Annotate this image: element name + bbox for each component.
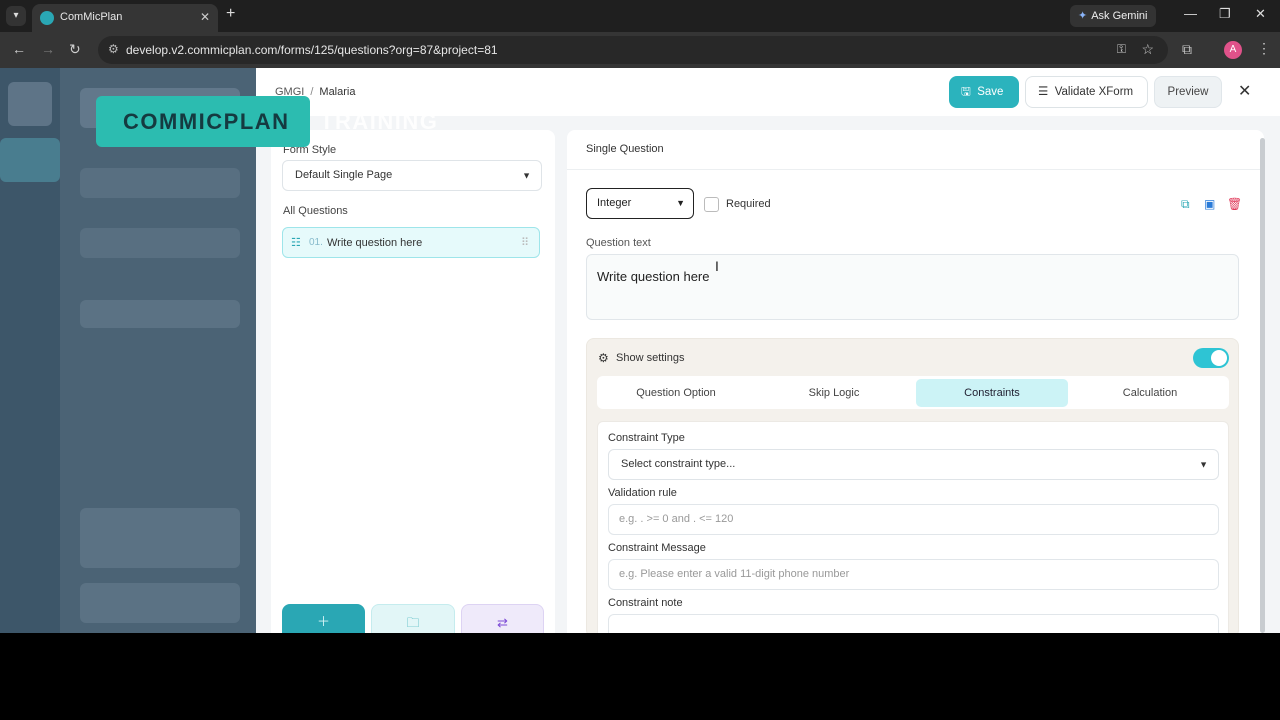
constraint-type-value: Select constraint type...	[621, 458, 736, 470]
all-questions-label: All Questions	[283, 205, 348, 217]
tab-search-chevron-icon[interactable]: ▾	[6, 6, 26, 26]
browser-tab[interactable]: ComMicPlan ✕	[32, 4, 218, 32]
password-key-icon[interactable]: ⚿	[1117, 42, 1126, 57]
panel-title: Single Question	[586, 143, 664, 155]
back-arrow-icon[interactable]: ←	[12, 41, 26, 57]
constraint-type-select[interactable]: Select constraint type... ▼	[608, 449, 1219, 480]
delete-icon[interactable]: 🗑	[1227, 197, 1242, 211]
toggle-knob	[1211, 350, 1227, 366]
maximize-icon[interactable]: ❐	[1219, 6, 1231, 22]
bookmark-star-icon[interactable]: ☆	[1141, 41, 1154, 58]
tab-constraints[interactable]: Constraints	[916, 379, 1068, 407]
add-question-button[interactable]: ＋	[282, 604, 365, 633]
question-list-icon: ☷	[291, 237, 301, 249]
ask-gemini-button[interactable]: ✦ Ask Gemini	[1070, 5, 1156, 27]
validation-rule-input[interactable]: e.g. . >= 0 and . <= 120	[608, 504, 1219, 535]
duplicate-icon[interactable]: ⧉	[1181, 197, 1190, 212]
chevron-down-icon: ▼	[676, 198, 685, 208]
dimmed-sidebar	[0, 68, 256, 633]
drag-handle-icon[interactable]: ⠿	[521, 236, 529, 249]
window-close-icon[interactable]: ✕	[1255, 6, 1266, 22]
minimize-icon[interactable]: —	[1184, 6, 1197, 21]
form-builder-modal: GMGI / Malaria 🖫 Save ☰ Validate XForm Pre…	[256, 68, 1280, 633]
dimmed-block	[80, 168, 240, 198]
constraint-type-label: Constraint Type	[608, 432, 685, 444]
watermark-text: COMMICPLAN	[123, 109, 290, 134]
browser-toolbar: ← → ↻ ⚙ develop.v2.commicplan.com/forms/…	[0, 32, 1280, 68]
question-text-label: Question text	[586, 237, 651, 249]
reload-icon[interactable]: ↻	[69, 41, 81, 58]
site-info-icon[interactable]: ⚙	[108, 42, 119, 56]
validate-label: Validate XForm	[1054, 86, 1134, 98]
close-modal-icon[interactable]: ✕	[1238, 81, 1251, 101]
settings-tabs: Question Option Skip Logic Constraints C…	[597, 376, 1229, 409]
browser-tab-bar: ▾ ComMicPlan ✕ + ✦ Ask Gemini — ❐ ✕	[0, 0, 1280, 32]
dimmed-block	[80, 583, 240, 623]
save-button[interactable]: 🖫 Save	[949, 76, 1019, 108]
question-editor-panel: Single Question Integer ▼ Required ⧉ ▣ 🗑…	[567, 130, 1264, 633]
text-cursor-icon: I	[715, 258, 719, 274]
gemini-sparkle-icon: ✦	[1078, 10, 1088, 22]
scrollbar[interactable]	[1260, 138, 1265, 633]
required-label: Required	[726, 198, 771, 210]
chevron-down-icon: ▼	[522, 170, 531, 180]
question-text-input[interactable]: Write question here	[586, 254, 1239, 320]
add-group-button[interactable]: 🗀	[371, 604, 455, 633]
page: GMGI / Malaria 🖫 Save ☰ Validate XForm Pre…	[0, 68, 1280, 633]
save-icon: 🖫	[961, 86, 971, 98]
preview-button[interactable]: Preview	[1154, 76, 1222, 108]
save-label: Save	[977, 86, 1004, 98]
constraint-message-label: Constraint Message	[608, 542, 706, 554]
form-style-select[interactable]: Default Single Page ▼	[282, 160, 542, 191]
breadcrumb-form[interactable]: Malaria	[319, 86, 355, 98]
watermark-text-secondary: TRAINING	[320, 109, 439, 134]
tab-question-option[interactable]: Question Option	[600, 379, 752, 407]
ask-gemini-label: Ask Gemini	[1091, 10, 1148, 22]
constraints-form: Constraint Type Select constraint type..…	[597, 421, 1229, 633]
settings-toggle[interactable]	[1193, 348, 1229, 368]
question-title: Write question here	[327, 237, 423, 249]
dimmed-block	[80, 228, 240, 258]
question-type-value: Integer	[597, 197, 632, 209]
form-style-value: Default Single Page	[295, 169, 393, 181]
repeat-icon: ⇄	[497, 615, 508, 630]
question-list-item[interactable]: ☷ 01. Write question here ⠿	[282, 227, 540, 258]
constraint-message-input[interactable]: e.g. Please enter a valid 11-digit phone…	[608, 559, 1219, 590]
questions-panel: Form Style Default Single Page ▼ All Que…	[271, 130, 555, 633]
breadcrumb-separator: /	[310, 86, 314, 98]
show-settings-label: Show settings	[616, 352, 685, 364]
tab-title: ComMicPlan	[60, 11, 123, 23]
question-type-select[interactable]: Integer ▼	[586, 188, 694, 219]
forward-arrow-icon[interactable]: →	[41, 41, 55, 57]
add-repeat-button[interactable]: ⇄	[461, 604, 544, 633]
tab-calculation[interactable]: Calculation	[1074, 379, 1226, 407]
save-question-icon[interactable]: ▣	[1204, 197, 1215, 211]
required-checkbox[interactable]	[704, 197, 719, 212]
dimmed-block	[80, 300, 240, 328]
tab-close-icon[interactable]: ✕	[200, 10, 210, 24]
question-number: 01.	[309, 237, 323, 248]
extensions-icon[interactable]: ⧉	[1182, 41, 1192, 58]
address-bar[interactable]: ⚙ develop.v2.commicplan.com/forms/125/qu…	[98, 36, 1168, 64]
new-tab-button[interactable]: +	[226, 5, 235, 23]
gear-icon: ⚙	[598, 351, 609, 365]
dimmed-block	[80, 508, 240, 568]
commicplan-favicon-icon	[40, 11, 54, 25]
validation-rule-label: Validation rule	[608, 487, 677, 499]
browser-menu-icon[interactable]: ⋮	[1257, 40, 1271, 57]
chevron-down-icon: ▼	[1199, 459, 1208, 469]
plus-icon: ＋	[316, 614, 330, 629]
tab-skip-logic[interactable]: Skip Logic	[758, 379, 910, 407]
checklist-icon: ☰	[1038, 86, 1049, 98]
folder-icon: 🗀	[406, 615, 420, 630]
divider	[567, 169, 1264, 170]
constraint-note-label: Constraint note	[608, 597, 683, 609]
url-text[interactable]: develop.v2.commicplan.com/forms/125/ques…	[126, 43, 498, 57]
validate-xform-button[interactable]: ☰ Validate XForm	[1025, 76, 1148, 108]
dimmed-logo	[8, 82, 52, 126]
constraint-note-input[interactable]	[608, 614, 1219, 633]
settings-section: ⚙ Show settings Question Option Skip Log…	[586, 338, 1239, 633]
profile-avatar[interactable]: A	[1224, 41, 1242, 59]
dimmed-active-nav	[0, 138, 60, 182]
